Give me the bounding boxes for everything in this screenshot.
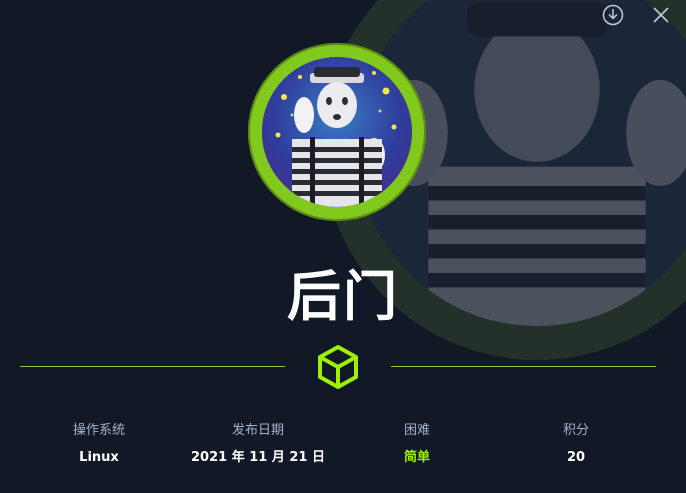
stat-value: Linux [79,450,119,465]
stat-release-date: 发布日期 2021 年 11 月 21 日 [178,423,338,466]
stat-difficulty: 困难 简单 [337,423,497,466]
stat-label: 积分 [562,423,589,438]
machine-card: 后门 操作系统 Linux 发布日期 2021 年 11 月 21 日 困难 简… [0,0,686,493]
machine-avatar [248,43,426,221]
stat-value: 2021 年 11 月 21 日 [191,450,325,465]
divider-left [20,366,285,367]
stat-label: 发布日期 [231,423,284,438]
stat-points: 积分 20 [496,423,656,466]
stat-os: 操作系统 Linux [19,423,179,466]
stat-label: 困难 [403,423,430,438]
stat-value: 简单 [403,450,430,465]
stat-value: 20 [566,450,586,465]
stat-label: 操作系统 [72,423,125,438]
close-icon[interactable] [650,4,672,26]
download-circle-icon[interactable] [602,4,624,26]
cube-icon [314,343,362,391]
divider-right [391,366,656,367]
machine-title: 后门 [287,265,399,328]
mime-avatar-image [262,57,412,207]
